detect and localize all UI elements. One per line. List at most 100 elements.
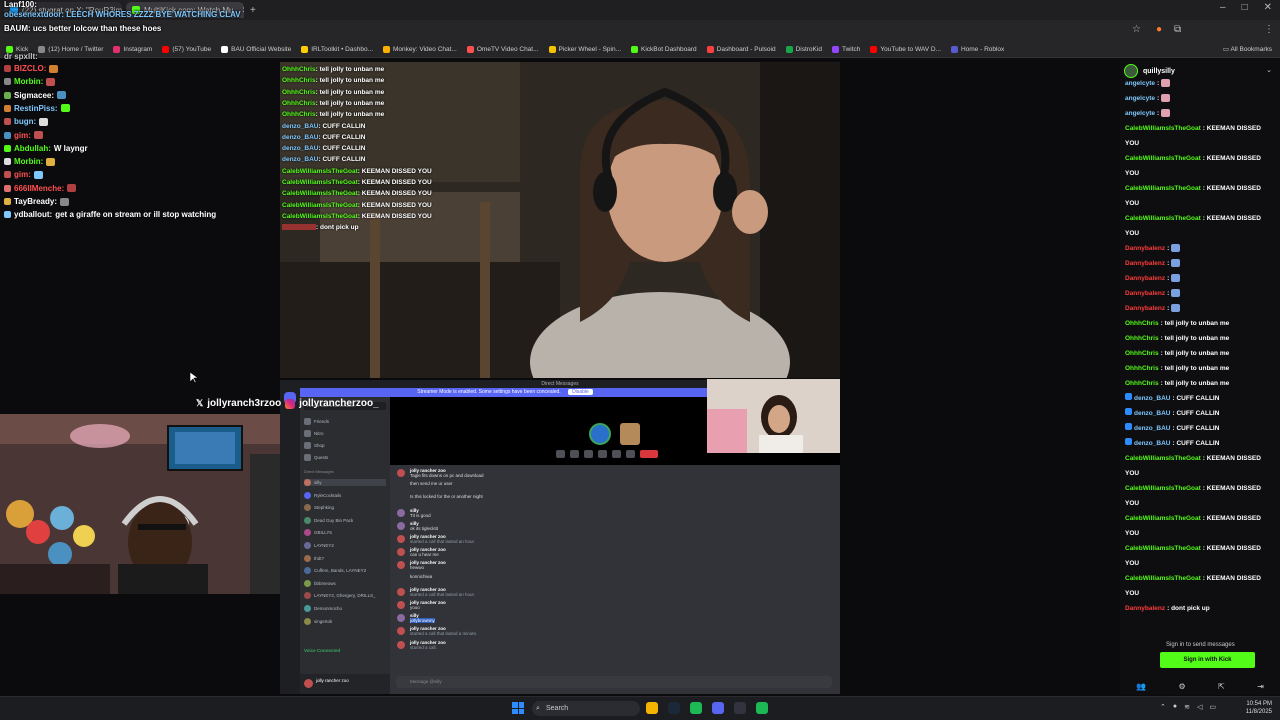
- discord-icon[interactable]: [712, 702, 724, 714]
- steam-icon[interactable]: [668, 702, 680, 714]
- chat-username[interactable]: OhhhChris: [1125, 350, 1159, 357]
- streamer-name[interactable]: quillysilly: [1143, 68, 1175, 75]
- chat-username[interactable]: Dannybalenz: [1125, 605, 1165, 612]
- bookmark-item[interactable]: OmeTV Video Chat...: [466, 46, 539, 53]
- clock[interactable]: 10:54 PM 11/8/2025: [1246, 700, 1272, 716]
- gear-icon[interactable]: ⚙: [1179, 682, 1186, 691]
- dm-list-item[interactable]: RyleCocktails: [304, 491, 341, 499]
- chat-username[interactable]: bugn:: [14, 117, 36, 126]
- minimize-button[interactable]: –: [1220, 2, 1226, 13]
- chat-username[interactable]: 666IIMenche:: [14, 184, 64, 193]
- dm-list-item[interactable]: singertok: [304, 617, 332, 625]
- chrome-icon[interactable]: [646, 702, 658, 714]
- dm-list-item[interactable]: thdt?: [304, 554, 324, 562]
- dm-list-item[interactable]: LAYNEY2, Ghergery, DRILLS_: [304, 592, 376, 600]
- chat-username[interactable]: CalebWilliamsIsTheGoat: [1125, 455, 1201, 462]
- wifi-icon[interactable]: ≋: [1184, 703, 1190, 711]
- popout-icon[interactable]: ⇱: [1218, 682, 1225, 691]
- discord-nav-item[interactable]: Nitro: [304, 430, 324, 437]
- menu-icon[interactable]: ⋮: [1264, 24, 1274, 35]
- chat-username[interactable]: denzo_BAU: [1134, 395, 1170, 402]
- puzzle-icon[interactable]: ⧉: [1174, 24, 1181, 35]
- dm-list-item[interactable]: bbbmeows: [304, 579, 336, 587]
- dm-list-item[interactable]: Cuffem, Bands, LAYNEY2: [304, 567, 366, 575]
- main-stream-video[interactable]: [280, 62, 840, 378]
- extension-icon[interactable]: ●: [1156, 24, 1162, 35]
- chat-username[interactable]: CalebWilliamsIsTheGoat: [1125, 125, 1201, 132]
- volume-icon[interactable]: ◁: [1197, 703, 1202, 711]
- discord-nav-item[interactable]: Quests: [304, 454, 328, 461]
- bookmark-item[interactable]: BAU Official Website: [221, 46, 291, 53]
- maximize-button[interactable]: □: [1242, 2, 1248, 13]
- soundboard-icon[interactable]: [612, 450, 621, 458]
- chat-username[interactable]: OhhhChris: [1125, 365, 1159, 372]
- chat-username[interactable]: Abdullah:: [14, 144, 51, 153]
- mic-icon[interactable]: [556, 450, 565, 458]
- chat-username[interactable]: CalebWilliamsIsTheGoat: [1125, 485, 1201, 492]
- chat-username[interactable]: gim:: [14, 131, 31, 140]
- discord-nav-item[interactable]: Friends: [304, 418, 329, 425]
- app-green-icon[interactable]: [690, 702, 702, 714]
- bookmark-item[interactable]: Monkey: Video Chat...: [383, 46, 457, 53]
- chat-username[interactable]: Dannybalenz: [1125, 245, 1165, 252]
- collapse-icon[interactable]: ⇥: [1257, 682, 1264, 691]
- obs-icon[interactable]: [734, 702, 746, 714]
- bookmark-item[interactable]: Dashboard - Pulsoid: [706, 46, 776, 53]
- chat-username[interactable]: CalebWilliamsIsTheGoat: [1125, 155, 1201, 162]
- dm-list-item[interactable]: Dead Guy Bin Pack: [304, 516, 353, 524]
- chat-username[interactable]: OhhhChris: [1125, 320, 1159, 327]
- chevron-up-icon[interactable]: ⌃: [1160, 703, 1166, 711]
- chat-username[interactable]: angelcyte: [1125, 95, 1155, 102]
- chat-username[interactable]: Dannybalenz: [1125, 305, 1165, 312]
- chat-username[interactable]: CalebWilliamsIsTheGoat: [1125, 575, 1201, 582]
- mic-tray-icon[interactable]: ●: [1173, 703, 1177, 711]
- bookmark-item[interactable]: (12) Home / Twitter: [38, 46, 103, 53]
- chat-username[interactable]: BIZCLO:: [14, 64, 46, 73]
- chat-username[interactable]: gim:: [14, 170, 31, 179]
- new-tab-button[interactable]: +: [250, 5, 256, 16]
- activity-icon[interactable]: [598, 450, 607, 458]
- chat-username[interactable]: Dannybalenz: [1125, 275, 1165, 282]
- message-input[interactable]: Message @silly: [396, 676, 832, 688]
- camera-icon[interactable]: [570, 450, 579, 458]
- screen-share-icon[interactable]: [584, 450, 593, 458]
- chat-username[interactable]: OhhhChris: [1125, 380, 1159, 387]
- chat-username[interactable]: CalebWilliamsIsTheGoat: [1125, 215, 1201, 222]
- star-icon[interactable]: ☆: [1132, 24, 1141, 35]
- chat-username[interactable]: angelcyte: [1125, 80, 1155, 87]
- chat-username[interactable]: CalebWilliamsIsTheGoat: [1125, 545, 1201, 552]
- sign-in-button[interactable]: Sign in with Kick: [1160, 652, 1255, 668]
- address-bar[interactable]: ☆ ● ⧉ ⋮: [0, 20, 1280, 42]
- bookmark-item[interactable]: Instagram: [113, 46, 152, 53]
- spotify-icon[interactable]: [756, 702, 768, 714]
- chat-username[interactable]: Dannybalenz: [1125, 260, 1165, 267]
- close-tab-icon[interactable]: ✕: [242, 5, 245, 16]
- chat-username[interactable]: Morbin:: [14, 157, 43, 166]
- dm-list-item[interactable]: Demonmocho: [304, 605, 342, 612]
- chat-username[interactable]: denzo_BAU: [1134, 410, 1170, 417]
- disable-button[interactable]: Disable: [568, 389, 593, 395]
- chat-username[interactable]: CalebWilliamsIsTheGoat: [1125, 185, 1201, 192]
- bookmark-item[interactable]: KickBot Dashboard: [631, 46, 697, 53]
- dm-list-item[interactable]: LAYNEY2: [304, 542, 334, 549]
- chat-username[interactable]: Morbin:: [14, 77, 43, 86]
- users-icon[interactable]: 👥: [1136, 682, 1146, 691]
- chevron-down-icon[interactable]: ⌄: [1266, 66, 1272, 74]
- more-icon[interactable]: [626, 450, 635, 458]
- chat-username[interactable]: Sigmacee:: [14, 91, 54, 100]
- chat-username[interactable]: denzo_BAU: [1134, 425, 1170, 432]
- bookmark-item[interactable]: (57) YouTube: [162, 46, 211, 53]
- bookmark-item[interactable]: YouTube to WAV D...: [870, 46, 941, 53]
- dm-list-item[interactable]: silly: [304, 479, 386, 486]
- hang-up-icon[interactable]: [640, 450, 658, 458]
- bookmark-item[interactable]: Picker Wheel - Spin...: [548, 46, 621, 53]
- start-button[interactable]: [512, 702, 524, 714]
- chat-username[interactable]: CalebWilliamsIsTheGoat: [1125, 515, 1201, 522]
- battery-icon[interactable]: ▭: [1209, 703, 1216, 711]
- chat-username[interactable]: denzo_BAU: [1134, 440, 1170, 447]
- chat-username[interactable]: angelcyte: [1125, 110, 1155, 117]
- bookmark-item[interactable]: DistroKid: [785, 46, 822, 53]
- bookmark-item[interactable]: Home - Roblox: [950, 46, 1004, 53]
- chat-username[interactable]: OhhhChris: [1125, 335, 1159, 342]
- taskbar-search[interactable]: ⌕ Search: [532, 701, 640, 716]
